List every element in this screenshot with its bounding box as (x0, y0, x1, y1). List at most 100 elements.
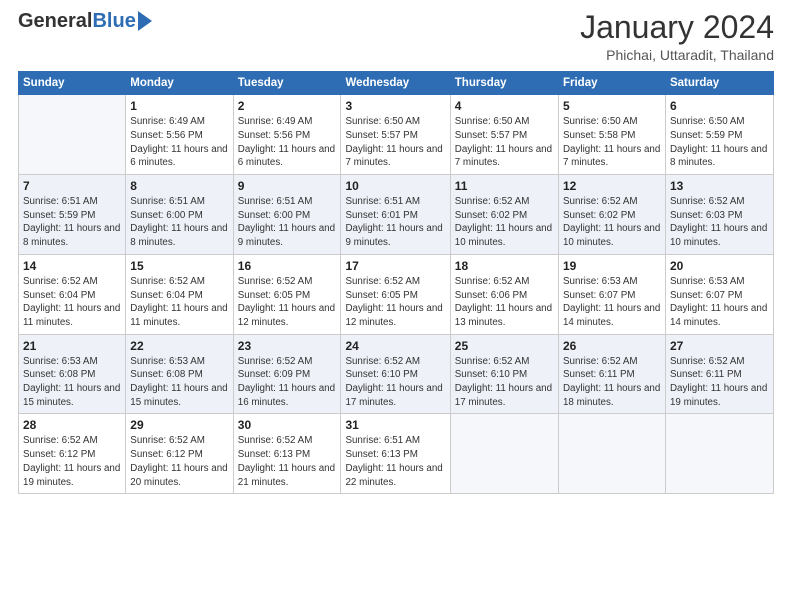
calendar-cell: 22Sunrise: 6:53 AMSunset: 6:08 PMDayligh… (126, 334, 233, 414)
day-info: Sunrise: 6:52 AMSunset: 6:12 PMDaylight:… (23, 434, 121, 489)
calendar-week-row: 1Sunrise: 6:49 AMSunset: 5:56 PMDaylight… (19, 95, 774, 175)
daylight-text: Daylight: 11 hours and 8 minutes. (130, 222, 228, 249)
daylight-text: Daylight: 11 hours and 9 minutes. (345, 222, 445, 249)
day-number: 17 (345, 259, 445, 273)
calendar-week-row: 14Sunrise: 6:52 AMSunset: 6:04 PMDayligh… (19, 254, 774, 334)
sunset-text: Sunset: 5:56 PM (130, 129, 228, 143)
day-info: Sunrise: 6:51 AMSunset: 6:00 PMDaylight:… (130, 195, 228, 250)
calendar-cell (19, 95, 126, 175)
daylight-text: Daylight: 11 hours and 6 minutes. (130, 143, 228, 170)
calendar-cell: 14Sunrise: 6:52 AMSunset: 6:04 PMDayligh… (19, 254, 126, 334)
calendar-cell: 11Sunrise: 6:52 AMSunset: 6:02 PMDayligh… (450, 175, 558, 255)
sunrise-text: Sunrise: 6:49 AM (130, 115, 228, 129)
header: General Blue January 2024 Phichai, Uttar… (18, 10, 774, 63)
day-info: Sunrise: 6:51 AMSunset: 6:01 PMDaylight:… (345, 195, 445, 250)
calendar-cell: 12 Sunrise: 6:52 AMSunset: 6:02 PMDayligh… (558, 175, 665, 255)
calendar-cell (450, 414, 558, 494)
calendar-table: Sunday Monday Tuesday Wednesday Thursday… (18, 71, 774, 494)
sunset-text: Sunset: 6:04 PM (23, 289, 121, 303)
day-info: Sunrise: 6:53 AMSunset: 6:07 PMDaylight:… (563, 275, 661, 330)
sunset-text: Sunset: 6:01 PM (345, 209, 445, 223)
day-info: Sunrise: 6:50 AMSunset: 5:57 PMDaylight:… (455, 115, 554, 170)
sunrise-text: Sunrise: 6:52 AM (238, 434, 337, 448)
day-info: Sunrise: 6:52 AMSunset: 6:02 PMDaylight:… (563, 195, 661, 250)
day-info: Sunrise: 6:51 AMSunset: 6:00 PMDaylight:… (238, 195, 337, 250)
day-number: 25 (455, 339, 554, 353)
daylight-text: Daylight: 11 hours and 7 minutes. (345, 143, 445, 170)
sunrise-text: Sunrise: 6:52 AM (23, 275, 121, 289)
day-info: Sunrise: 6:52 AMSunset: 6:04 PMDaylight:… (130, 275, 228, 330)
day-info: Sunrise: 6:52 AMSunset: 6:10 PMDaylight:… (345, 355, 445, 410)
calendar-week-row: 28Sunrise: 6:52 AMSunset: 6:12 PMDayligh… (19, 414, 774, 494)
calendar-cell: 2 Sunrise: 6:49 AMSunset: 5:56 PMDaylight… (233, 95, 341, 175)
calendar-cell: 8Sunrise: 6:51 AMSunset: 6:00 PMDaylight… (126, 175, 233, 255)
day-number: 5 (563, 99, 661, 113)
day-info: Sunrise: 6:49 AMSunset: 5:56 PMDaylight:… (238, 115, 337, 170)
sunset-text: Sunset: 6:02 PM (563, 209, 661, 223)
sunset-text: Sunset: 6:05 PM (238, 289, 337, 303)
calendar-cell: 26Sunrise: 6:52 AMSunset: 6:11 PMDayligh… (558, 334, 665, 414)
calendar-cell (558, 414, 665, 494)
day-info: Sunrise: 6:53 AMSunset: 6:08 PMDaylight:… (23, 355, 121, 410)
calendar-cell: 24Sunrise: 6:52 AMSunset: 6:10 PMDayligh… (341, 334, 450, 414)
sunset-text: Sunset: 6:11 PM (670, 368, 769, 382)
day-info: Sunrise: 6:52 AMSunset: 6:05 PMDaylight:… (238, 275, 337, 330)
sunrise-text: Sunrise: 6:50 AM (563, 115, 661, 129)
sunrise-text: Sunrise: 6:52 AM (563, 355, 661, 369)
title-block: January 2024 Phichai, Uttaradit, Thailan… (580, 10, 774, 63)
day-number: 12 (563, 179, 661, 193)
sunrise-text: Sunrise: 6:51 AM (345, 434, 445, 448)
day-info: Sunrise: 6:52 AMSunset: 6:02 PMDaylight:… (455, 195, 554, 250)
day-number: 2 (238, 99, 337, 113)
day-info: Sunrise: 6:50 AMSunset: 5:57 PMDaylight:… (345, 115, 445, 170)
sunset-text: Sunset: 6:04 PM (130, 289, 228, 303)
daylight-text: Daylight: 11 hours and 15 minutes. (23, 382, 121, 409)
calendar-cell: 30Sunrise: 6:52 AMSunset: 6:13 PMDayligh… (233, 414, 341, 494)
calendar-cell: 3 Sunrise: 6:50 AMSunset: 5:57 PMDaylight… (341, 95, 450, 175)
calendar-cell: 23Sunrise: 6:52 AMSunset: 6:09 PMDayligh… (233, 334, 341, 414)
daylight-text: Daylight: 11 hours and 9 minutes. (238, 222, 337, 249)
day-number: 4 (455, 99, 554, 113)
sunset-text: Sunset: 6:13 PM (345, 448, 445, 462)
calendar-cell (665, 414, 773, 494)
calendar-cell: 5Sunrise: 6:50 AMSunset: 5:58 PMDaylight… (558, 95, 665, 175)
header-tuesday: Tuesday (233, 72, 341, 95)
day-info: Sunrise: 6:52 AMSunset: 6:09 PMDaylight:… (238, 355, 337, 410)
day-number: 3 (345, 99, 445, 113)
day-number: 7 (23, 179, 121, 193)
calendar-week-row: 21Sunrise: 6:53 AMSunset: 6:08 PMDayligh… (19, 334, 774, 414)
calendar-cell: 25Sunrise: 6:52 AMSunset: 6:10 PMDayligh… (450, 334, 558, 414)
daylight-text: Daylight: 11 hours and 17 minutes. (345, 382, 445, 409)
title-month: January 2024 (580, 10, 774, 45)
sunrise-text: Sunrise: 6:49 AM (238, 115, 337, 129)
sunset-text: Sunset: 5:56 PM (238, 129, 337, 143)
header-saturday: Saturday (665, 72, 773, 95)
calendar-cell: 18Sunrise: 6:52 AMSunset: 6:06 PMDayligh… (450, 254, 558, 334)
sunset-text: Sunset: 6:09 PM (238, 368, 337, 382)
sunrise-text: Sunrise: 6:51 AM (130, 195, 228, 209)
calendar-cell: 27Sunrise: 6:52 AMSunset: 6:11 PMDayligh… (665, 334, 773, 414)
day-number: 20 (670, 259, 769, 273)
sunset-text: Sunset: 6:07 PM (563, 289, 661, 303)
calendar-cell: 6Sunrise: 6:50 AMSunset: 5:59 PMDaylight… (665, 95, 773, 175)
day-number: 19 (563, 259, 661, 273)
daylight-text: Daylight: 11 hours and 10 minutes. (455, 222, 554, 249)
sunrise-text: Sunrise: 6:52 AM (130, 434, 228, 448)
daylight-text: Daylight: 11 hours and 18 minutes. (563, 382, 661, 409)
daylight-text: Daylight: 11 hours and 13 minutes. (455, 302, 554, 329)
daylight-text: Daylight: 11 hours and 22 minutes. (345, 462, 445, 489)
sunset-text: Sunset: 6:12 PM (23, 448, 121, 462)
daylight-text: Daylight: 11 hours and 7 minutes. (563, 143, 661, 170)
sunrise-text: Sunrise: 6:52 AM (670, 355, 769, 369)
logo-general-text: General (18, 10, 92, 33)
calendar-cell: 15Sunrise: 6:52 AMSunset: 6:04 PMDayligh… (126, 254, 233, 334)
daylight-text: Daylight: 11 hours and 6 minutes. (238, 143, 337, 170)
daylight-text: Daylight: 11 hours and 17 minutes. (455, 382, 554, 409)
sunrise-text: Sunrise: 6:53 AM (23, 355, 121, 369)
day-number: 16 (238, 259, 337, 273)
day-number: 22 (130, 339, 228, 353)
day-info: Sunrise: 6:49 AMSunset: 5:56 PMDaylight:… (130, 115, 228, 170)
sunrise-text: Sunrise: 6:52 AM (455, 355, 554, 369)
day-info: Sunrise: 6:51 AMSunset: 6:13 PMDaylight:… (345, 434, 445, 489)
header-sunday: Sunday (19, 72, 126, 95)
